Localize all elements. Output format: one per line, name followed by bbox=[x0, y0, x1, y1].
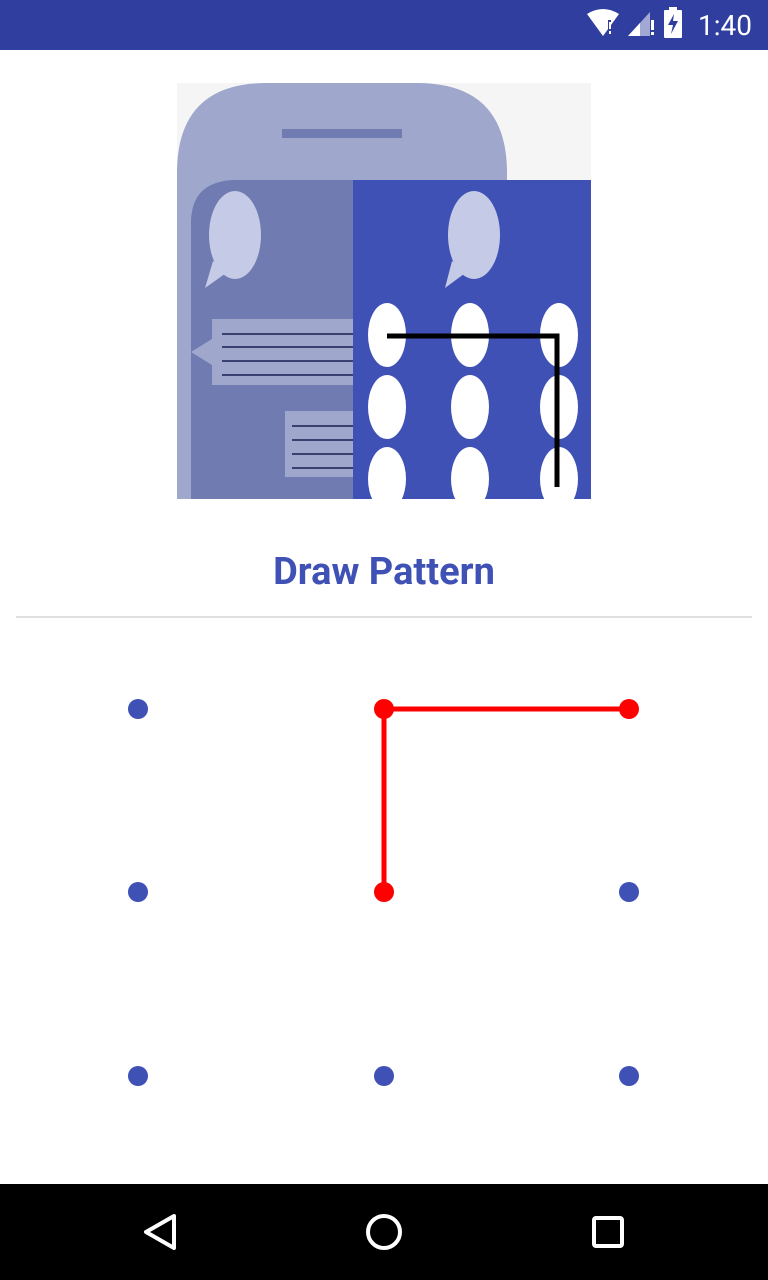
recents-icon bbox=[592, 1216, 624, 1248]
home-button[interactable] bbox=[336, 1184, 432, 1280]
home-icon bbox=[366, 1214, 402, 1250]
pattern-dot[interactable] bbox=[128, 1066, 148, 1086]
pattern-dot[interactable] bbox=[128, 699, 148, 719]
page-title: Draw Pattern bbox=[273, 550, 495, 594]
signal-icon bbox=[626, 8, 656, 42]
pattern-dot[interactable] bbox=[128, 882, 148, 902]
pattern-lock-illustration bbox=[177, 83, 591, 511]
pattern-dot[interactable] bbox=[619, 1066, 639, 1086]
status-icons: 1:40 bbox=[586, 0, 752, 50]
pattern-path-line bbox=[381, 706, 629, 892]
wifi-icon bbox=[586, 8, 620, 42]
pattern-dot-selected[interactable] bbox=[619, 699, 639, 719]
pattern-dot[interactable] bbox=[374, 1066, 394, 1086]
back-button[interactable] bbox=[112, 1184, 208, 1280]
back-icon bbox=[144, 1214, 176, 1250]
battery-charging-icon bbox=[662, 7, 684, 43]
pattern-dot-selected[interactable] bbox=[374, 882, 394, 902]
pattern-lock-grid[interactable] bbox=[0, 618, 768, 1184]
pattern-dot[interactable] bbox=[619, 882, 639, 902]
pattern-dot-selected[interactable] bbox=[374, 699, 394, 719]
status-time: 1:40 bbox=[698, 8, 752, 42]
navigation-bar bbox=[0, 1184, 768, 1280]
recents-button[interactable] bbox=[560, 1184, 656, 1280]
status-bar: 1:40 bbox=[0, 0, 768, 50]
